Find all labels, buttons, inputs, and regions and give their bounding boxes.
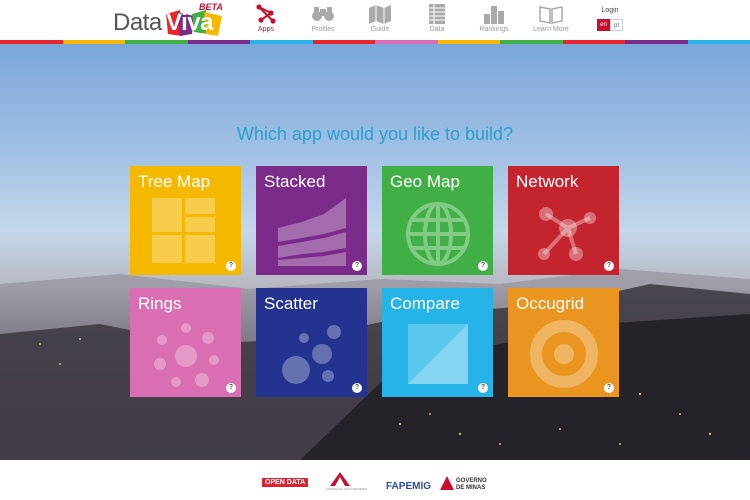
occugrid-icon: [530, 320, 598, 388]
compare-icon: [408, 324, 468, 384]
app-tile-stacked[interactable]: Stacked ?: [256, 166, 367, 275]
app-name: Geo Map: [390, 172, 460, 191]
city-skyline-image: [0, 269, 750, 460]
page-question: Which app would you like to build?: [236, 124, 514, 144]
binoculars-icon: [312, 7, 334, 21]
help-icon[interactable]: ?: [226, 261, 236, 271]
footer: OPEN DATA FUNDAÇÃO JOÃO PINHEIRO FAPEMIG…: [0, 460, 750, 500]
lang-en-button[interactable]: en: [597, 19, 610, 31]
help-icon[interactable]: ?: [352, 261, 362, 271]
app-name: Network: [516, 172, 579, 191]
scatter-icon: [282, 325, 341, 384]
tree-map-icon: [152, 198, 215, 263]
nav-rankings[interactable]: Rankings: [464, 4, 524, 38]
book-icon: [539, 6, 563, 24]
dataviva-logo[interactable]: Data Viva BETA: [113, 2, 228, 38]
logo-text-viva: Viva: [166, 9, 213, 36]
top-navbar: Data Viva BETA Apps Profiles Guide Data …: [0, 0, 750, 40]
nav-label: Profiles: [311, 26, 335, 33]
help-icon[interactable]: ?: [478, 261, 488, 271]
nav-learn-more[interactable]: Learn More: [521, 4, 581, 38]
app-name: Rings: [138, 294, 182, 313]
nav-label: Apps: [258, 26, 274, 33]
help-icon[interactable]: ?: [226, 383, 236, 393]
app-tile-rings[interactable]: Rings ?: [130, 288, 241, 397]
help-icon[interactable]: ?: [352, 383, 362, 393]
logo-text-data: Data: [113, 9, 162, 36]
help-icon[interactable]: ?: [604, 383, 614, 393]
login-link[interactable]: Login: [595, 7, 625, 14]
stacked-area-icon: [278, 198, 346, 266]
network-icon: [538, 207, 596, 261]
app-tile-compare[interactable]: Compare ?: [382, 288, 493, 397]
app-tile-network[interactable]: Network ?: [508, 166, 619, 275]
nav-label: Guide: [370, 26, 390, 33]
app-name: Scatter: [264, 294, 318, 313]
bar-chart-icon: [484, 6, 504, 24]
nav-apps[interactable]: Apps: [236, 4, 296, 38]
governo-minas-logo[interactable]: GOVERNO DE MINAS: [456, 478, 496, 492]
nav-label: Learn More: [533, 26, 569, 33]
governo-logo-icon: [440, 476, 454, 490]
apps-icon: [256, 4, 276, 24]
fjp-logo[interactable]: FUNDAÇÃO JOÃO PINHEIRO: [326, 487, 367, 491]
app-tile-occugrid[interactable]: Occugrid ?: [508, 288, 619, 397]
nav-label: Data: [429, 26, 445, 33]
login-label: Login: [601, 7, 619, 14]
help-icon[interactable]: ?: [478, 383, 488, 393]
app-name: Stacked: [264, 172, 326, 191]
beta-badge: BETA: [199, 2, 223, 12]
app-name: Compare: [390, 294, 460, 313]
fapemig-logo[interactable]: FAPEMIG: [386, 481, 431, 492]
help-icon[interactable]: ?: [604, 261, 614, 271]
nav-label: Rankings: [479, 26, 509, 33]
app-tile-scatter[interactable]: Scatter ?: [256, 288, 367, 397]
nav-profiles[interactable]: Profiles: [293, 4, 353, 38]
fjp-logo-icon: [330, 472, 350, 486]
nav-guide[interactable]: Guide: [350, 4, 410, 38]
app-tile-tree-map[interactable]: Tree Map ?: [130, 166, 241, 275]
globe-icon: [406, 202, 470, 266]
nav-data[interactable]: Data: [407, 4, 467, 38]
map-icon: [369, 5, 391, 24]
table-icon: [429, 4, 445, 24]
lang-pt-button[interactable]: pt: [610, 19, 623, 31]
app-name: Occugrid: [516, 294, 585, 313]
app-name: Tree Map: [138, 172, 211, 191]
open-data-logo[interactable]: OPEN DATA: [262, 478, 309, 487]
city-background: [0, 44, 750, 460]
app-tile-geo-map[interactable]: Geo Map ?: [382, 166, 493, 275]
rings-icon: [154, 323, 219, 387]
